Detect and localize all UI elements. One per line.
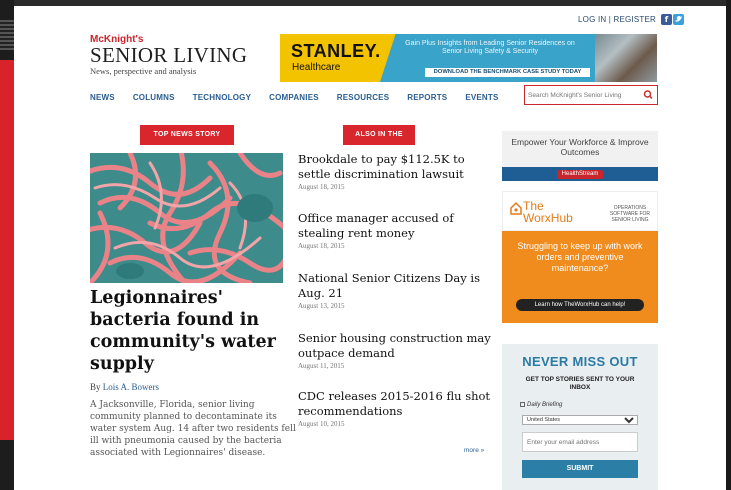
ad-brand: STANLEY. xyxy=(291,41,381,61)
submit-button[interactable]: SUBMIT xyxy=(522,460,638,478)
news-title[interactable]: Office manager accused of stealing rent … xyxy=(298,211,498,240)
news-date: August 11, 2015 xyxy=(298,362,345,370)
ad-brand-sub: Healthcare xyxy=(292,62,341,73)
news-item[interactable]: National Senior Citizens Day is Aug. 21 … xyxy=(298,271,498,310)
newsletter-signup: NEVER MISS OUT GET TOP STORIES SENT TO Y… xyxy=(502,344,658,490)
healthstream-ad[interactable]: Empower Your Workforce & Improve Outcome… xyxy=(502,131,658,181)
search-box xyxy=(524,85,658,105)
checkbox-box[interactable] xyxy=(520,402,525,407)
also-news-label: ALSO IN THE NEWS xyxy=(343,125,415,158)
news-title[interactable]: Brookdale to pay $112.5K to settle discr… xyxy=(298,152,498,181)
nav-companies[interactable]: COMPANIES xyxy=(269,93,319,102)
healthstream-bar: HealthStream xyxy=(502,167,658,181)
news-date: August 10, 2015 xyxy=(298,420,345,428)
byline: By Lois A. Bowers xyxy=(90,382,159,392)
ad-photo xyxy=(595,34,657,82)
news-item[interactable]: Brookdale to pay $112.5K to settle discr… xyxy=(298,152,498,191)
news-title[interactable]: CDC releases 2015-2016 flu shot recommen… xyxy=(298,389,498,418)
news-title[interactable]: Senior housing construction may outpace … xyxy=(298,331,498,360)
more-news-link[interactable]: more » xyxy=(464,447,484,454)
newsletter-subheading: GET TOP STORIES SENT TO YOUR INBOX xyxy=(525,376,635,391)
news-title[interactable]: National Senior Citizens Day is Aug. 21 xyxy=(298,271,498,300)
country-select[interactable]: United States xyxy=(522,415,638,425)
nav-columns[interactable]: COLUMNS xyxy=(133,93,175,102)
site-logo[interactable]: McKnight's SENIOR LIVING News, perspecti… xyxy=(90,34,247,76)
news-item[interactable]: Senior housing construction may outpace … xyxy=(298,331,498,370)
utility-links: LOG IN | REGISTER xyxy=(578,15,656,24)
nav-reports[interactable]: REPORTS xyxy=(407,93,447,102)
checkbox-label: Daily Briefing xyxy=(527,402,563,408)
search-input[interactable] xyxy=(528,89,636,101)
news-date: August 13, 2015 xyxy=(298,302,345,310)
nav-news[interactable]: NEWS xyxy=(90,93,115,102)
worxhub-cta-button[interactable]: Learn how TheWorxHub can help! xyxy=(516,299,644,311)
frame-red-edge xyxy=(0,60,14,440)
search-icon[interactable] xyxy=(643,88,653,102)
healthstream-headline: Empower Your Workforce & Improve Outcome… xyxy=(511,137,649,157)
nav-resources[interactable]: RESOURCES xyxy=(337,93,389,102)
worxhub-header: The WorxHub OPERATIONS SOFTWARE FOR SENI… xyxy=(502,191,658,231)
bacteria-image[interactable] xyxy=(90,153,283,283)
top-story-summary: A Jacksonville, Florida, senior living c… xyxy=(90,400,296,458)
news-date: August 18, 2015 xyxy=(298,242,345,250)
login-link[interactable]: LOG IN xyxy=(578,15,606,24)
healthstream-brand: HealthStream xyxy=(556,170,604,179)
byline-prefix: By xyxy=(90,382,101,392)
top-story-title[interactable]: Legionnaires' bacteria found in communit… xyxy=(90,287,290,375)
worxhub-message: Struggling to keep up with work orders a… xyxy=(517,241,643,273)
worxhub-logo: The WorxHub xyxy=(523,200,573,224)
house-icon xyxy=(510,201,522,215)
email-field[interactable] xyxy=(522,432,638,452)
frame-right xyxy=(726,0,731,490)
news-item[interactable]: CDC releases 2015-2016 flu shot recommen… xyxy=(298,389,498,428)
frame-strip xyxy=(0,20,14,50)
frame-left xyxy=(0,0,14,490)
web-page: LOG IN | REGISTER f McKnight's SENIOR LI… xyxy=(14,6,726,490)
author-link[interactable]: Lois A. Bowers xyxy=(103,382,159,392)
nav-events[interactable]: EVENTS xyxy=(465,93,498,102)
news-date: August 18, 2015 xyxy=(298,183,345,191)
bacteria-illustration xyxy=(90,153,283,283)
stanley-banner-ad[interactable]: STANLEY. Healthcare Gain Plus Insights f… xyxy=(280,34,657,82)
newsletter-heading: NEVER MISS OUT xyxy=(522,354,638,369)
twitter-icon[interactable] xyxy=(673,14,684,25)
main-nav: NEWS COLUMNS TECHNOLOGY COMPANIES RESOUR… xyxy=(90,93,517,102)
nav-technology[interactable]: TECHNOLOGY xyxy=(193,93,251,102)
logo-title: SENIOR LIVING xyxy=(90,43,248,67)
register-link[interactable]: REGISTER xyxy=(614,15,657,24)
ad-download-cta[interactable]: DOWNLOAD THE BENCHMARK CASE STUDY TODAY xyxy=(425,68,590,77)
facebook-icon[interactable]: f xyxy=(661,14,672,25)
top-news-label: TOP NEWS STORY xyxy=(140,125,234,145)
news-item[interactable]: Office manager accused of stealing rent … xyxy=(298,211,498,250)
daily-briefing-checkbox[interactable]: Daily Briefing xyxy=(520,402,562,408)
ad-headline: Gain Plus Insights from Leading Senior R… xyxy=(405,40,575,55)
worxhub-ad[interactable]: The WorxHub OPERATIONS SOFTWARE FOR SENI… xyxy=(502,191,658,323)
worxhub-tagline: OPERATIONS SOFTWARE FOR SENIOR LIVING xyxy=(609,205,651,223)
worxhub-logo-line2: WorxHub xyxy=(523,211,573,225)
